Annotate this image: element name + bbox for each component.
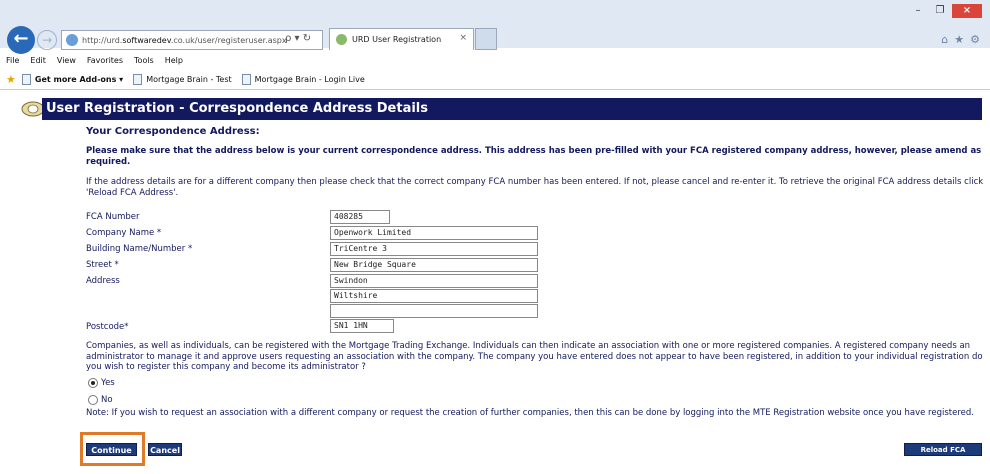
back-arrow-icon[interactable]: ←: [7, 26, 35, 54]
company-name-input[interactable]: Openwork Limited: [330, 226, 538, 240]
intro-text: If the address details are for a differe…: [86, 177, 984, 198]
radio-no-label: No: [101, 395, 113, 405]
maximize-button[interactable]: ❐: [930, 4, 950, 18]
browser-chrome: – ❐ × ← → http://urd.softwaredev.co.uk/u…: [0, 0, 990, 95]
favorites-star-icon[interactable]: ★: [6, 73, 16, 86]
url-text[interactable]: http://urd.softwaredev.co.uk/user/regist…: [82, 36, 287, 45]
menu-view[interactable]: View: [57, 56, 76, 65]
note-text: Note: If you wish to request an associat…: [86, 408, 974, 418]
radio-no[interactable]: [88, 395, 98, 405]
home-icon[interactable]: ⌂: [941, 33, 948, 46]
fca-number-input[interactable]: 408285: [330, 210, 390, 224]
building-label: Building Name/Number *: [86, 244, 193, 254]
favorites-star-icon[interactable]: ★: [954, 33, 964, 46]
continue-button[interactable]: Continue: [86, 443, 137, 456]
postcode-input[interactable]: SN1 1HN: [330, 319, 394, 333]
page-icon: [21, 73, 31, 85]
menu-tools[interactable]: Tools: [134, 56, 154, 65]
reload-fca-address-button[interactable]: Reload FCA Address: [904, 443, 982, 467]
menu-favorites[interactable]: Favorites: [87, 56, 123, 65]
page-icon: [241, 73, 251, 85]
tab-favicon-icon: [336, 34, 347, 45]
section-title: Your Correspondence Address:: [86, 126, 260, 137]
radio-no-row[interactable]: No: [88, 395, 113, 405]
company-question-text: Companies, as well as individuals, can b…: [86, 341, 983, 372]
page-icon: [133, 73, 143, 85]
address-line2-input[interactable]: Wiltshire: [330, 289, 538, 303]
cancel-button[interactable]: Cancel: [148, 443, 182, 456]
favorites-bar: ★ Get more Add-ons ▾ Mortgage Brain - Te…: [0, 69, 990, 89]
toolbar-right-icons: ⌂ ★ ⚙: [941, 33, 980, 46]
tab-title: URD User Registration: [352, 35, 442, 44]
street-input[interactable]: New Bridge Square: [330, 258, 538, 272]
address-label: Address: [86, 276, 120, 286]
new-tab-button[interactable]: [475, 28, 497, 50]
search-refresh-icons[interactable]: ρ ▾ ↻: [285, 33, 311, 44]
building-input[interactable]: TriCentre 3: [330, 242, 538, 256]
intro-bold-text: Please make sure that the address below …: [86, 146, 982, 167]
window-controls: – ❐ ×: [908, 4, 982, 18]
street-label: Street *: [86, 260, 119, 270]
fca-number-label: FCA Number: [86, 212, 140, 222]
addons-link[interactable]: Get more Add-ons ▾: [21, 73, 123, 85]
forward-arrow-icon[interactable]: →: [37, 30, 57, 50]
menu-edit[interactable]: Edit: [30, 56, 46, 65]
tab-close-icon[interactable]: ×: [459, 33, 467, 43]
radio-yes[interactable]: [88, 378, 98, 388]
browser-tab[interactable]: URD User Registration ×: [329, 28, 474, 50]
company-name-label: Company Name *: [86, 228, 162, 238]
page-title: User Registration - Correspondence Addre…: [42, 98, 982, 120]
title-bar: – ❐ × ← → http://urd.softwaredev.co.uk/u…: [0, 0, 990, 54]
radio-yes-label: Yes: [101, 378, 115, 388]
address-line3-input[interactable]: [330, 304, 538, 318]
site-icon: [66, 34, 78, 46]
postcode-label: Postcode*: [86, 322, 129, 332]
menu-bar: File Edit View Favorites Tools Help: [0, 51, 183, 69]
minimize-button[interactable]: –: [908, 4, 928, 18]
close-window-button[interactable]: ×: [952, 4, 982, 18]
menu-file[interactable]: File: [6, 56, 19, 65]
chrome-divider: [0, 89, 990, 90]
favorite-mortgage-brain-test[interactable]: Mortgage Brain - Test: [133, 73, 232, 85]
gear-icon[interactable]: ⚙: [970, 33, 980, 46]
favorite-mortgage-brain-live[interactable]: Mortgage Brain - Login Live: [241, 73, 365, 85]
address-line1-input[interactable]: Swindon: [330, 274, 538, 288]
menu-help[interactable]: Help: [165, 56, 183, 65]
address-bar[interactable]: http://urd.softwaredev.co.uk/user/regist…: [61, 30, 323, 50]
radio-yes-row[interactable]: Yes: [88, 378, 115, 388]
